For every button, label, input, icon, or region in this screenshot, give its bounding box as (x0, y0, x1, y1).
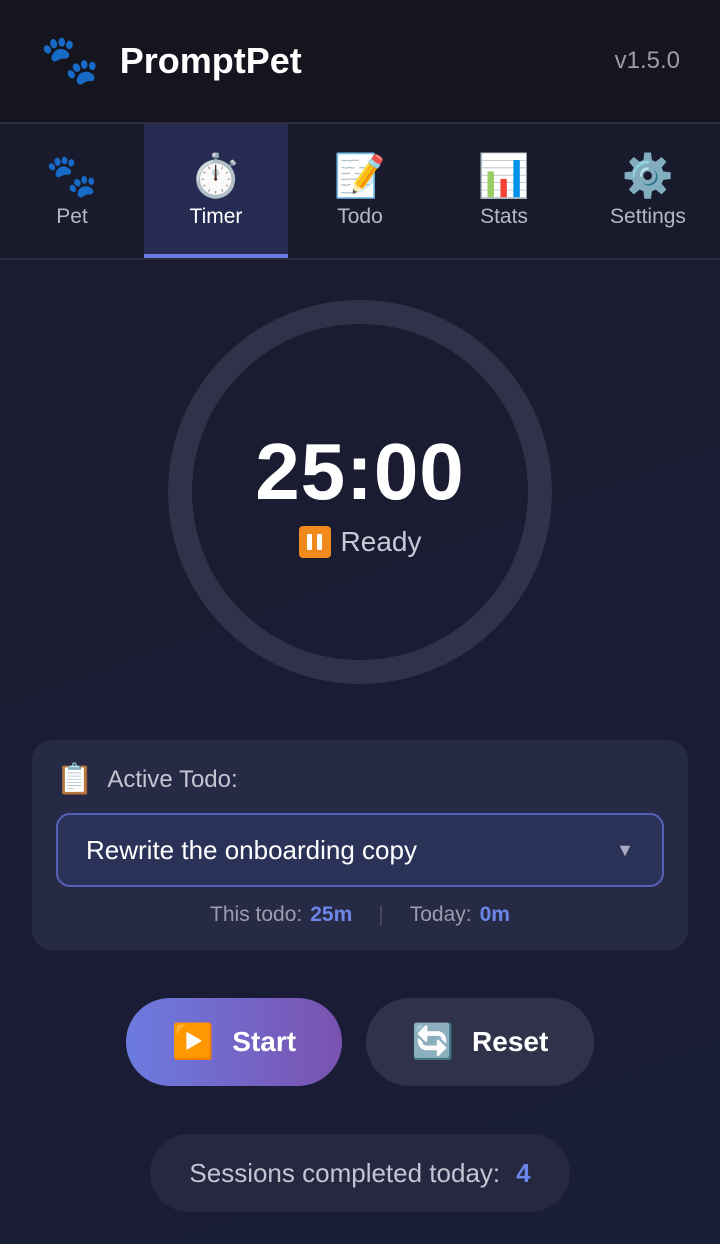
tab-pet[interactable]: 🐾 Pet (0, 124, 144, 258)
tab-timer[interactable]: ⏱️ Timer (144, 124, 288, 258)
tab-todo[interactable]: 📝 Todo (288, 124, 432, 258)
reset-button-label: Reset (472, 1026, 549, 1057)
today-label: Today: (409, 903, 472, 926)
caret-down-icon: ▼ (616, 839, 634, 860)
play-icon: ▶️ (171, 1023, 215, 1061)
active-todo-select[interactable]: Rewrite the onboarding copy ▼ (56, 813, 664, 887)
stopwatch-icon: ⏱️ (189, 151, 243, 199)
active-todo-selected-value: Rewrite the onboarding copy (86, 834, 417, 865)
app-header: 🐾 PromptPet v1.5.0 (0, 0, 720, 124)
start-button-label: Start (232, 1026, 297, 1057)
active-todo-label: Active Todo: (107, 765, 238, 793)
sessions-count: 4 (516, 1157, 531, 1188)
timer-countdown: 25:00 (255, 427, 465, 516)
this-todo-value: 25m (310, 903, 353, 926)
timer-progress-ring: 25:00 Ready (168, 300, 552, 684)
paw-icon: 🐾 (45, 151, 99, 199)
bar-chart-icon: 📊 (477, 151, 531, 199)
paw-logo-icon: 🐾 (40, 34, 100, 87)
memo-icon: 📝 (333, 151, 387, 199)
tab-label: Timer (189, 205, 243, 229)
active-todo-heading: 📋 Active Todo: (56, 762, 664, 797)
this-todo-label: This todo: (210, 903, 303, 926)
sessions-completed-badge: Sessions completed today: 4 (150, 1134, 570, 1212)
stats-separator: | (378, 903, 384, 926)
tab-label: Settings (610, 205, 686, 229)
tab-label: Stats (480, 205, 528, 229)
pause-icon (298, 526, 331, 558)
timer-display: 25:00 Ready (168, 300, 552, 684)
timer-status-label: Ready (340, 526, 422, 557)
tab-label: Pet (56, 205, 88, 229)
reset-button[interactable]: 🔄 Reset (366, 998, 594, 1086)
tab-stats[interactable]: 📊 Stats (432, 124, 576, 258)
todo-time-stats: This todo: 25m | Today: 0m (56, 903, 664, 927)
gear-icon: ⚙️ (621, 151, 675, 199)
clipboard-icon: 📋 (56, 763, 94, 796)
version-label: v1.5.0 (614, 47, 680, 74)
refresh-icon: 🔄 (411, 1023, 455, 1061)
tab-bar: 🐾 Pet ⏱️ Timer 📝 Todo 📊 Stats ⚙️ Setting… (0, 124, 720, 260)
today-value: 0m (479, 903, 510, 926)
tab-label: Todo (337, 205, 383, 229)
sessions-label: Sessions completed today: (189, 1157, 501, 1188)
tab-settings[interactable]: ⚙️ Settings (576, 124, 720, 258)
active-todo-card: 📋 Active Todo: Rewrite the onboarding co… (32, 740, 688, 950)
app-title: PromptPet (119, 40, 302, 81)
timer-status: Ready (298, 526, 422, 558)
start-button[interactable]: ▶️ Start (126, 998, 342, 1086)
